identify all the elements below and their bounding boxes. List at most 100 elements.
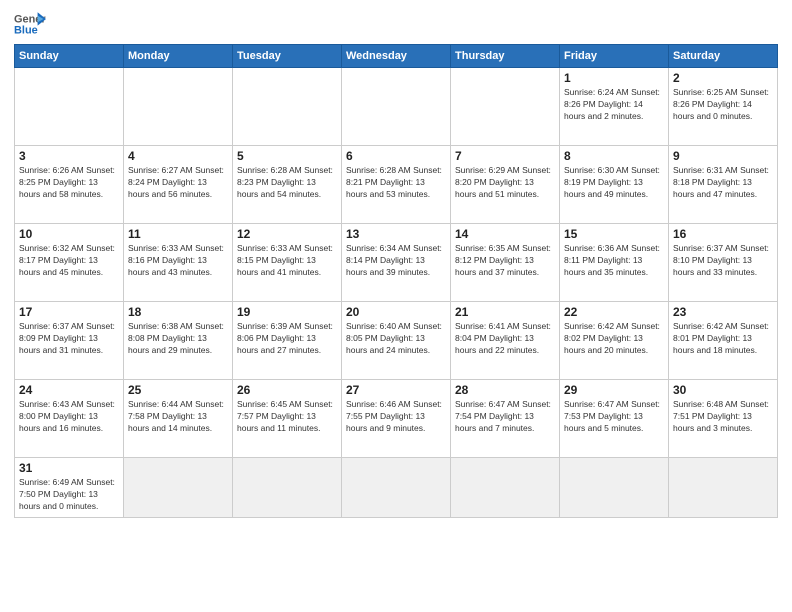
day-info: Sunrise: 6:40 AM Sunset: 8:05 PM Dayligh… <box>346 321 446 357</box>
calendar-cell <box>124 68 233 146</box>
calendar-cell: 1Sunrise: 6:24 AM Sunset: 8:26 PM Daylig… <box>560 68 669 146</box>
day-number: 3 <box>19 149 119 163</box>
day-info: Sunrise: 6:46 AM Sunset: 7:55 PM Dayligh… <box>346 399 446 435</box>
calendar-cell: 10Sunrise: 6:32 AM Sunset: 8:17 PM Dayli… <box>15 224 124 302</box>
day-info: Sunrise: 6:39 AM Sunset: 8:06 PM Dayligh… <box>237 321 337 357</box>
day-info: Sunrise: 6:37 AM Sunset: 8:09 PM Dayligh… <box>19 321 119 357</box>
day-number: 13 <box>346 227 446 241</box>
day-header-sunday: Sunday <box>15 45 124 68</box>
day-header-monday: Monday <box>124 45 233 68</box>
logo: General Blue <box>14 10 46 38</box>
calendar-cell: 12Sunrise: 6:33 AM Sunset: 8:15 PM Dayli… <box>233 224 342 302</box>
day-number: 26 <box>237 383 337 397</box>
calendar-week-1: 1Sunrise: 6:24 AM Sunset: 8:26 PM Daylig… <box>15 68 778 146</box>
day-number: 11 <box>128 227 228 241</box>
calendar-week-4: 17 Sunrise: 6:37 AM Sunset: 8:09 PM Dayli… <box>15 302 778 380</box>
calendar-cell: 5 Sunrise: 6:28 AM Sunset: 8:23 PM Daylig… <box>233 146 342 224</box>
calendar-week-6: 31 Sunrise: 6:49 AM Sunset: 7:50 PM Dayli… <box>15 458 778 518</box>
day-number: 8 <box>564 149 664 163</box>
day-number: 1 <box>564 71 664 85</box>
calendar-cell: 20 Sunrise: 6:40 AM Sunset: 8:05 PM Dayli… <box>342 302 451 380</box>
day-info: Sunrise: 6:48 AM Sunset: 7:51 PM Dayligh… <box>673 399 773 435</box>
calendar-cell: 16Sunrise: 6:37 AM Sunset: 8:10 PM Dayli… <box>669 224 778 302</box>
day-info: Sunrise: 6:49 AM Sunset: 7:50 PM Dayligh… <box>19 477 119 513</box>
calendar-cell: 30Sunrise: 6:48 AM Sunset: 7:51 PM Dayli… <box>669 380 778 458</box>
day-header-tuesday: Tuesday <box>233 45 342 68</box>
calendar-cell <box>451 68 560 146</box>
day-info: Sunrise: 6:33 AM Sunset: 8:15 PM Dayligh… <box>237 243 337 279</box>
calendar-cell: 7Sunrise: 6:29 AM Sunset: 8:20 PM Daylig… <box>451 146 560 224</box>
calendar-cell: 4Sunrise: 6:27 AM Sunset: 8:24 PM Daylig… <box>124 146 233 224</box>
day-number: 23 <box>673 305 773 319</box>
calendar-cell: 13 Sunrise: 6:34 AM Sunset: 8:14 PM Dayli… <box>342 224 451 302</box>
day-info: Sunrise: 6:47 AM Sunset: 7:54 PM Dayligh… <box>455 399 555 435</box>
calendar-cell <box>451 458 560 518</box>
calendar-cell <box>15 68 124 146</box>
day-header-friday: Friday <box>560 45 669 68</box>
calendar-cell: 11Sunrise: 6:33 AM Sunset: 8:16 PM Dayli… <box>124 224 233 302</box>
day-info: Sunrise: 6:36 AM Sunset: 8:11 PM Dayligh… <box>564 243 664 279</box>
calendar-cell: 14 Sunrise: 6:35 AM Sunset: 8:12 PM Dayli… <box>451 224 560 302</box>
day-number: 6 <box>346 149 446 163</box>
day-number: 15 <box>564 227 664 241</box>
calendar-week-2: 3Sunrise: 6:26 AM Sunset: 8:25 PM Daylig… <box>15 146 778 224</box>
calendar-cell: 17 Sunrise: 6:37 AM Sunset: 8:09 PM Dayli… <box>15 302 124 380</box>
calendar-header: SundayMondayTuesdayWednesdayThursdayFrid… <box>15 45 778 68</box>
calendar-cell: 8 Sunrise: 6:30 AM Sunset: 8:19 PM Daylig… <box>560 146 669 224</box>
day-number: 7 <box>455 149 555 163</box>
day-number: 20 <box>346 305 446 319</box>
calendar-cell: 3Sunrise: 6:26 AM Sunset: 8:25 PM Daylig… <box>15 146 124 224</box>
day-header-thursday: Thursday <box>451 45 560 68</box>
calendar-cell <box>124 458 233 518</box>
day-number: 10 <box>19 227 119 241</box>
calendar-cell <box>342 458 451 518</box>
day-number: 2 <box>673 71 773 85</box>
calendar-cell <box>233 458 342 518</box>
day-info: Sunrise: 6:25 AM Sunset: 8:26 PM Dayligh… <box>673 87 773 123</box>
calendar-cell: 18 Sunrise: 6:38 AM Sunset: 8:08 PM Dayli… <box>124 302 233 380</box>
day-info: Sunrise: 6:43 AM Sunset: 8:00 PM Dayligh… <box>19 399 119 435</box>
calendar-cell: 22 Sunrise: 6:42 AM Sunset: 8:02 PM Dayli… <box>560 302 669 380</box>
calendar-cell: 26 Sunrise: 6:45 AM Sunset: 7:57 PM Dayli… <box>233 380 342 458</box>
day-number: 31 <box>19 461 119 475</box>
day-info: Sunrise: 6:42 AM Sunset: 8:01 PM Dayligh… <box>673 321 773 357</box>
calendar-cell: 9Sunrise: 6:31 AM Sunset: 8:18 PM Daylig… <box>669 146 778 224</box>
day-number: 22 <box>564 305 664 319</box>
day-number: 27 <box>346 383 446 397</box>
day-number: 4 <box>128 149 228 163</box>
calendar-cell <box>560 458 669 518</box>
day-info: Sunrise: 6:31 AM Sunset: 8:18 PM Dayligh… <box>673 165 773 201</box>
calendar-cell: 2 Sunrise: 6:25 AM Sunset: 8:26 PM Daylig… <box>669 68 778 146</box>
day-header-wednesday: Wednesday <box>342 45 451 68</box>
day-info: Sunrise: 6:34 AM Sunset: 8:14 PM Dayligh… <box>346 243 446 279</box>
calendar-cell: 31 Sunrise: 6:49 AM Sunset: 7:50 PM Dayli… <box>15 458 124 518</box>
day-info: Sunrise: 6:35 AM Sunset: 8:12 PM Dayligh… <box>455 243 555 279</box>
page: General Blue SundayMondayTuesdayWednesda… <box>0 0 792 612</box>
day-number: 19 <box>237 305 337 319</box>
header: General Blue <box>14 10 778 38</box>
calendar-cell: 23 Sunrise: 6:42 AM Sunset: 8:01 PM Dayli… <box>669 302 778 380</box>
day-header-saturday: Saturday <box>669 45 778 68</box>
calendar-cell: 25Sunrise: 6:44 AM Sunset: 7:58 PM Dayli… <box>124 380 233 458</box>
day-info: Sunrise: 6:37 AM Sunset: 8:10 PM Dayligh… <box>673 243 773 279</box>
day-info: Sunrise: 6:44 AM Sunset: 7:58 PM Dayligh… <box>128 399 228 435</box>
calendar-cell: 28Sunrise: 6:47 AM Sunset: 7:54 PM Dayli… <box>451 380 560 458</box>
day-number: 14 <box>455 227 555 241</box>
day-number: 29 <box>564 383 664 397</box>
day-info: Sunrise: 6:30 AM Sunset: 8:19 PM Dayligh… <box>564 165 664 201</box>
day-info: Sunrise: 6:28 AM Sunset: 8:23 PM Dayligh… <box>237 165 337 201</box>
day-info: Sunrise: 6:41 AM Sunset: 8:04 PM Dayligh… <box>455 321 555 357</box>
calendar-cell: 21 Sunrise: 6:41 AM Sunset: 8:04 PM Dayli… <box>451 302 560 380</box>
day-number: 5 <box>237 149 337 163</box>
svg-text:Blue: Blue <box>14 24 38 36</box>
day-number: 18 <box>128 305 228 319</box>
day-info: Sunrise: 6:42 AM Sunset: 8:02 PM Dayligh… <box>564 321 664 357</box>
day-info: Sunrise: 6:38 AM Sunset: 8:08 PM Dayligh… <box>128 321 228 357</box>
day-number: 17 <box>19 305 119 319</box>
day-info: Sunrise: 6:45 AM Sunset: 7:57 PM Dayligh… <box>237 399 337 435</box>
days-of-week-row: SundayMondayTuesdayWednesdayThursdayFrid… <box>15 45 778 68</box>
day-number: 21 <box>455 305 555 319</box>
calendar-cell <box>342 68 451 146</box>
generalblue-logo-icon: General Blue <box>14 10 46 38</box>
calendar-week-3: 10Sunrise: 6:32 AM Sunset: 8:17 PM Dayli… <box>15 224 778 302</box>
